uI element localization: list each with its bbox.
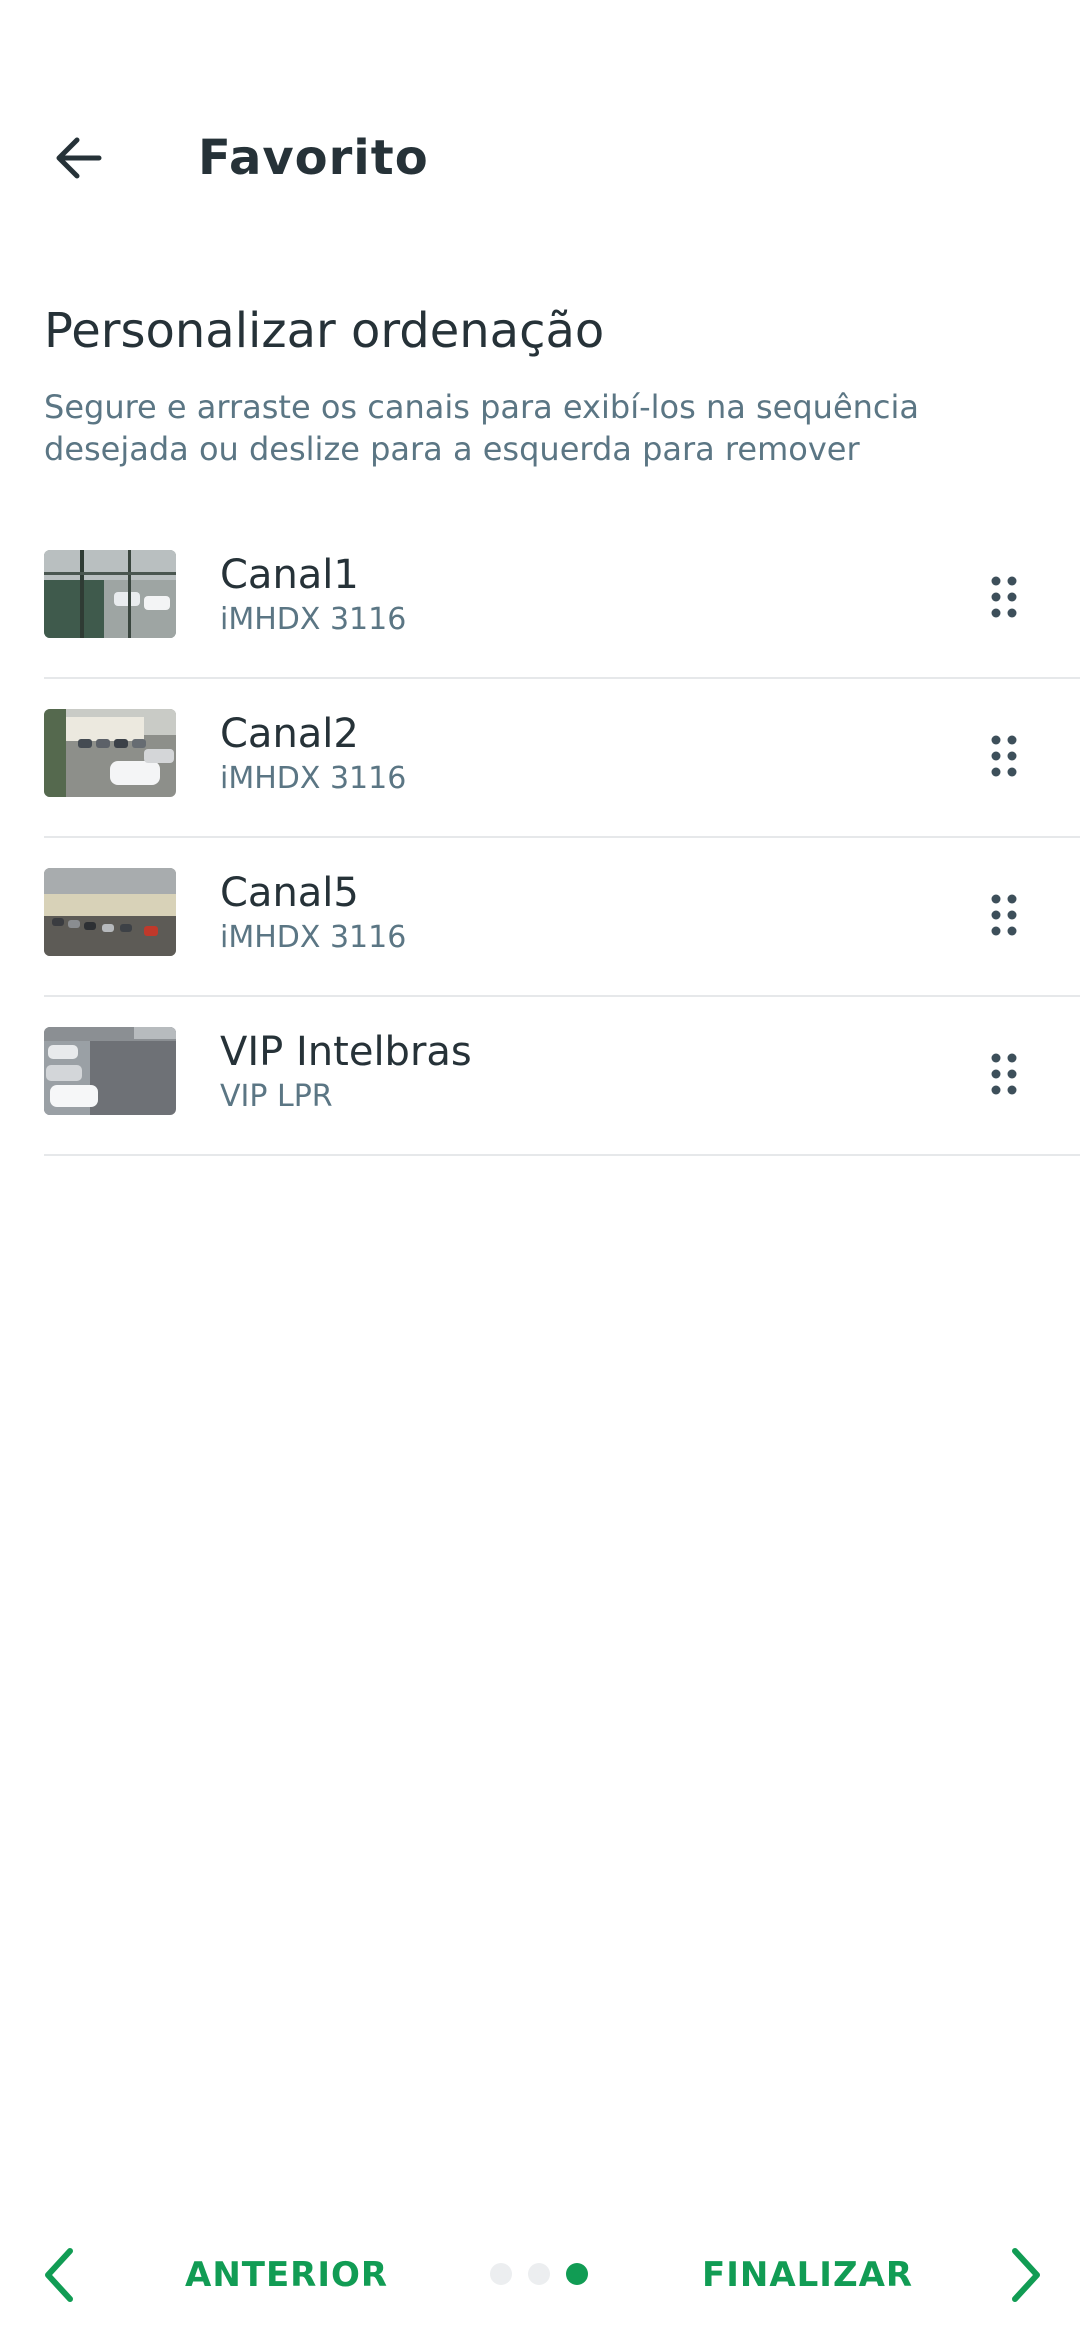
finish-button[interactable]: FINALIZAR (702, 2250, 913, 2300)
channel-name: Canal5 (220, 870, 359, 916)
channel-row[interactable]: Canal2 iMHDX 3116 (44, 679, 1080, 838)
channel-model: VIP LPR (220, 1079, 333, 1114)
page-dot (490, 2263, 512, 2285)
back-button[interactable] (40, 120, 116, 196)
page-dot (528, 2263, 550, 2285)
drag-handle-icon[interactable] (964, 721, 1044, 791)
camera-thumbnail (44, 868, 176, 956)
channel-row[interactable]: Canal5 iMHDX 3116 (44, 838, 1080, 997)
previous-button[interactable]: ANTERIOR (185, 2250, 388, 2300)
channel-row[interactable]: Canal1 iMHDX 3116 (44, 520, 1080, 679)
drag-handle-icon[interactable] (964, 880, 1044, 950)
page-title: Favorito (198, 130, 429, 186)
camera-thumbnail (44, 550, 176, 638)
app-bar: Favorito (0, 0, 1080, 250)
channel-model: iMHDX 3116 (220, 761, 407, 796)
camera-thumbnail (44, 1027, 176, 1115)
chevron-right-icon[interactable] (995, 2242, 1055, 2308)
drag-handle-icon[interactable] (964, 562, 1044, 632)
channel-model: iMHDX 3116 (220, 602, 407, 637)
page-indicator (490, 2263, 588, 2285)
channel-row[interactable]: VIP Intelbras VIP LPR (44, 997, 1080, 1156)
channel-model: iMHDX 3116 (220, 920, 407, 955)
section-title: Personalizar ordenação (44, 303, 605, 359)
chevron-left-icon[interactable] (30, 2242, 90, 2308)
channel-name: Canal1 (220, 552, 359, 598)
channel-name: VIP Intelbras (220, 1029, 472, 1075)
channel-name: Canal2 (220, 711, 359, 757)
wizard-footer: ANTERIOR FINALIZAR (0, 2220, 1080, 2330)
channel-list: Canal1 iMHDX 3116 Canal2 iMHDX 3116 Cana… (44, 520, 1080, 1156)
arrow-left-icon (56, 137, 102, 179)
drag-handle-icon[interactable] (964, 1039, 1044, 1109)
section-description: Segure e arraste os canais para exibí-lo… (44, 388, 920, 468)
page-dot-active (566, 2263, 588, 2285)
camera-thumbnail (44, 709, 176, 797)
